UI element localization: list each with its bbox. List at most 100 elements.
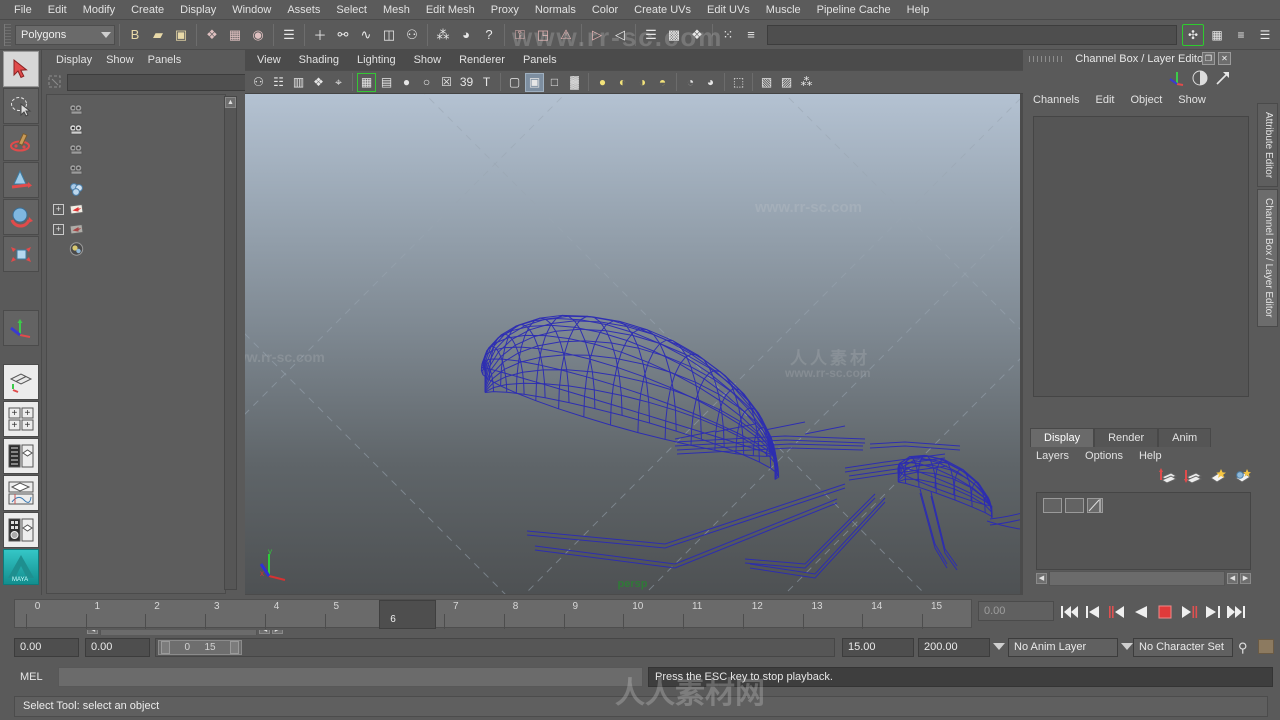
share-icon[interactable]: ⁂	[797, 73, 816, 92]
menu-edit[interactable]: Edit	[40, 2, 75, 18]
menu-pipeline-cache[interactable]: Pipeline Cache	[809, 2, 899, 18]
expand-toggle-icon[interactable]: +	[53, 224, 64, 235]
timeline-current-frame-marker[interactable]	[379, 600, 436, 629]
grid-toggle-icon[interactable]: ▦	[357, 73, 376, 92]
anim-end-field[interactable]: 200.00	[918, 638, 990, 657]
layer-scroll-left-2-icon[interactable]: ◀	[1227, 573, 1238, 584]
expand-toggle-icon[interactable]: +	[53, 204, 64, 215]
viewport-menu-view[interactable]: View	[257, 54, 281, 66]
outliner-item-antennaHandle[interactable]	[47, 179, 225, 199]
stop-playback-button[interactable]	[1154, 600, 1176, 623]
open-scene-icon[interactable]: ▰	[147, 24, 169, 46]
viewport-menu-renderer[interactable]: Renderer	[459, 54, 505, 66]
hypergraph-icon[interactable]: ⁙	[717, 24, 739, 46]
quick-command-field[interactable]	[767, 25, 1177, 45]
outliner-item-side[interactable]	[47, 159, 225, 179]
select-camera-icon[interactable]: ⚇	[249, 73, 268, 92]
use-default-light-icon[interactable]: ●	[593, 73, 612, 92]
command-language-label[interactable]: MEL	[20, 671, 43, 683]
dock-tab-attribute-editor[interactable]: Attribute Editor	[1257, 103, 1278, 187]
layer-menu-layers[interactable]: Layers	[1036, 450, 1069, 462]
history-toggle-icon[interactable]: ◳	[532, 24, 554, 46]
time-slider[interactable]: 01234567891011121314156	[14, 599, 972, 628]
move-layer-down-icon[interactable]	[1184, 468, 1202, 487]
select-hierarchy-icon[interactable]: ❖	[201, 24, 223, 46]
resolution-gate-icon[interactable]: ●	[397, 73, 416, 92]
menu-file[interactable]: File	[6, 2, 40, 18]
outliner-search-input[interactable]	[67, 74, 246, 91]
last-tool[interactable]	[3, 273, 39, 309]
film-gate-icon[interactable]: ▤	[377, 73, 396, 92]
move-tool[interactable]	[3, 162, 39, 198]
contrast-icon[interactable]	[1192, 70, 1208, 89]
layer-menu-help[interactable]: Help	[1139, 450, 1162, 462]
restore-window-button[interactable]: ❐	[1202, 52, 1215, 65]
viewport-menu-shading[interactable]: Shading	[299, 54, 339, 66]
snap-grid-icon[interactable]: ＋	[309, 24, 331, 46]
menu-normals[interactable]: Normals	[527, 2, 584, 18]
wireframe-icon[interactable]: ▢	[505, 73, 524, 92]
channel-box-content[interactable]	[1033, 116, 1249, 397]
play-forwards-button[interactable]	[1178, 600, 1200, 623]
command-input[interactable]	[58, 667, 643, 687]
layer-list[interactable]	[1036, 492, 1251, 570]
construction-history-icon[interactable]: ⚇	[401, 24, 423, 46]
tool-settings-icon[interactable]: ☰	[1254, 24, 1276, 46]
step-back-frame-button[interactable]	[1106, 600, 1128, 623]
range-handle-left[interactable]	[161, 641, 170, 654]
menu-color[interactable]: Color	[584, 2, 626, 18]
layer-scroll-left-icon[interactable]: ◀	[1036, 573, 1047, 584]
layer-reference-toggle[interactable]	[1065, 498, 1084, 513]
layout-persp-graph[interactable]	[3, 475, 39, 511]
xray-active-icon[interactable]: ◕	[701, 73, 720, 92]
channel-menu-edit[interactable]: Edit	[1095, 94, 1114, 106]
new-scene-icon[interactable]: ὜B	[124, 24, 146, 46]
outliner-menu-display[interactable]: Display	[56, 54, 92, 66]
scroll-up-icon[interactable]: ▲	[225, 97, 236, 108]
paint-select-tool[interactable]	[3, 125, 39, 161]
range-handle-right[interactable]	[230, 641, 239, 654]
outliner-item-front[interactable]	[47, 139, 225, 159]
menu-muscle[interactable]: Muscle	[758, 2, 809, 18]
maya-logo[interactable]: MAYA	[3, 549, 39, 585]
lock-icon[interactable]: ⚿	[509, 24, 531, 46]
attribute-editor-icon[interactable]: ☰	[640, 24, 662, 46]
ipr-render-icon[interactable]: ◕	[455, 24, 477, 46]
two-dpan-zoom-icon[interactable]: ⌖	[329, 73, 348, 92]
bookmark-icon[interactable]: ▥	[289, 73, 308, 92]
menu-window[interactable]: Window	[224, 2, 279, 18]
output-connection-icon[interactable]: ◁	[609, 24, 631, 46]
play-backwards-button[interactable]	[1130, 600, 1152, 623]
layout-four-view[interactable]: + + + +	[3, 401, 39, 437]
exposure-icon[interactable]: ☒	[437, 73, 456, 92]
select-tool[interactable]	[3, 51, 39, 87]
outliner-item-top[interactable]	[47, 119, 225, 139]
viewport-select-icon[interactable]: ⬚	[729, 73, 748, 92]
rotate-tool[interactable]	[3, 199, 39, 235]
range-slider-handle[interactable]: 0 15	[158, 640, 242, 655]
snap-view-plane-icon[interactable]: ◫	[378, 24, 400, 46]
render-view-icon[interactable]: ▩	[663, 24, 685, 46]
toolbar-gripper[interactable]	[4, 24, 11, 46]
layer-menu-options[interactable]: Options	[1085, 450, 1123, 462]
channel-menu-show[interactable]: Show	[1178, 94, 1206, 106]
layer-tab-anim[interactable]: Anim	[1158, 428, 1211, 447]
snap-projected-icon[interactable]: ∿	[355, 24, 377, 46]
channel-menu-channels[interactable]: Channels	[1033, 94, 1079, 106]
beetle-wireframe-model[interactable]	[245, 94, 1020, 594]
outliner-vertical-scrollbar[interactable]: ▲	[224, 96, 237, 590]
use-all-lights-icon[interactable]: ◐	[613, 73, 632, 92]
panel-gripper[interactable]	[1029, 56, 1065, 62]
menu-assets[interactable]: Assets	[279, 2, 328, 18]
smooth-shade-icon[interactable]: ▣	[525, 73, 544, 92]
channel-box-toggle-icon[interactable]: ▦	[1206, 24, 1228, 46]
menu-help[interactable]: Help	[899, 2, 938, 18]
viewport-menu-show[interactable]: Show	[414, 54, 442, 66]
playback-start-field[interactable]: 0.00	[85, 638, 150, 657]
show-manipulator-tool[interactable]	[3, 310, 39, 346]
texture-placement-icon[interactable]: T	[477, 73, 496, 92]
gate-mask-icon[interactable]: ○	[417, 73, 436, 92]
menu-display[interactable]: Display	[172, 2, 224, 18]
character-set-dropdown-icon[interactable]	[1121, 643, 1133, 650]
flat-shade-icon[interactable]: □	[545, 73, 564, 92]
